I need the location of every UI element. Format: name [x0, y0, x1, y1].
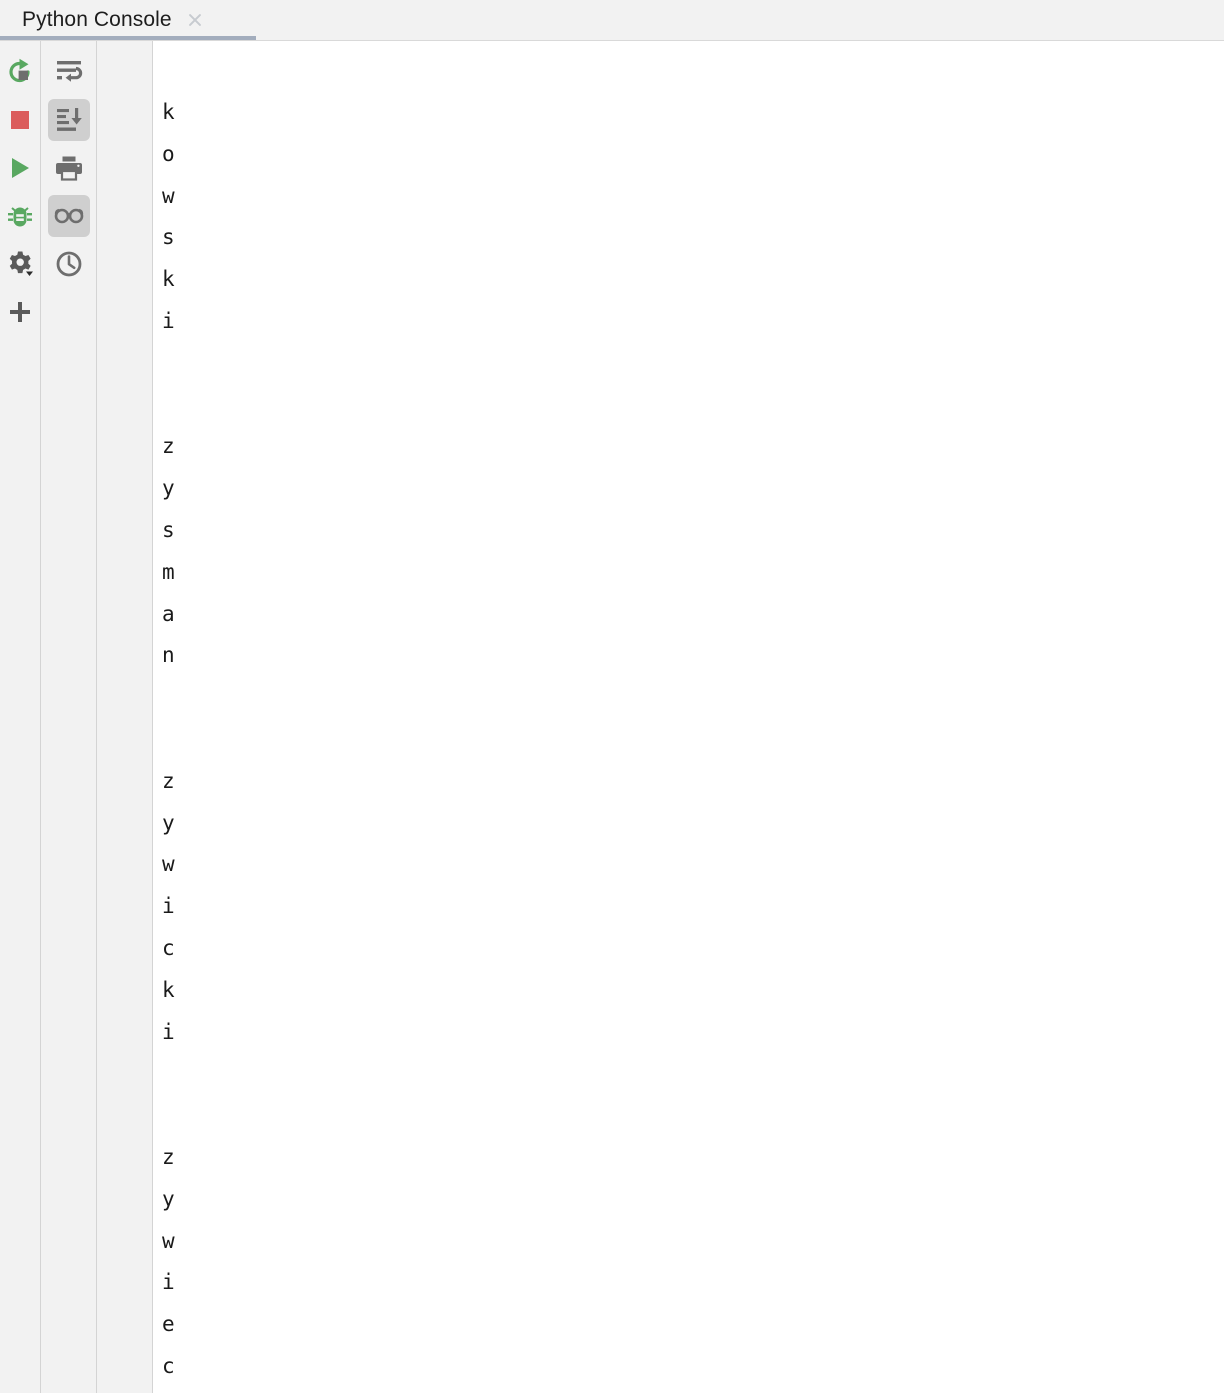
console-gutter [97, 41, 153, 1393]
rerun-button[interactable] [0, 48, 40, 96]
soft-wrap-button[interactable] [47, 48, 91, 96]
console-view-toolbar [41, 41, 97, 1393]
new-console-button[interactable] [0, 288, 40, 336]
scroll-to-end-button[interactable] [47, 96, 91, 144]
history-button[interactable] [47, 240, 91, 288]
execute-button[interactable] [0, 144, 40, 192]
debug-button[interactable] [0, 192, 40, 240]
gear-icon [5, 249, 35, 279]
glasses-icon [53, 201, 85, 231]
soft-wrap-icon [54, 57, 84, 87]
printer-icon [54, 153, 84, 183]
close-icon[interactable] [186, 11, 204, 29]
tab-python-console[interactable]: Python Console [0, 0, 216, 40]
console-panel: k o w s k i z y s m a n z y w i c k i z … [0, 41, 1224, 1393]
print-button[interactable] [47, 144, 91, 192]
clock-icon [54, 249, 84, 279]
plus-icon [7, 299, 33, 325]
console-output-area[interactable]: k o w s k i z y s m a n z y w i c k i z … [153, 41, 1224, 1393]
rerun-icon [6, 58, 34, 86]
stop-button[interactable] [0, 96, 40, 144]
bug-icon [6, 202, 34, 230]
stop-square-icon [8, 108, 32, 132]
console-run-toolbar [0, 41, 41, 1393]
read-only-button[interactable] [47, 192, 91, 240]
tab-active-underline [0, 36, 256, 40]
tab-bar: Python Console [0, 0, 1224, 41]
play-triangle-icon [7, 155, 33, 181]
console-output-text: k o w s k i z y s m a n z y w i c k i z … [162, 100, 175, 1378]
scroll-to-end-icon [54, 105, 84, 135]
tab-label: Python Console [22, 8, 172, 31]
settings-button[interactable] [0, 240, 40, 288]
